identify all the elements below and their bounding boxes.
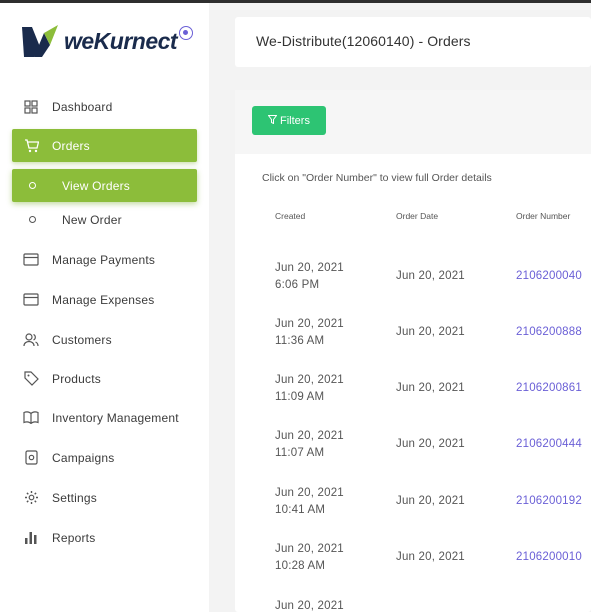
sidebar-item-campaigns[interactable]: Campaigns — [12, 441, 197, 474]
created-date: Jun 20, 2021 — [275, 318, 344, 330]
logo-mark-icon — [22, 25, 58, 57]
bar-chart-icon — [23, 530, 39, 546]
sidebar-item-settings[interactable]: Settings — [12, 481, 197, 514]
sidebar-item-label: Manage Expenses — [52, 292, 155, 307]
sidebar-item-label: Settings — [52, 490, 97, 505]
cell-created: Jun 20, 2021 6:06 PM — [275, 260, 344, 293]
order-number-link[interactable]: 2106200192 — [516, 493, 582, 510]
cell-order-date: Jun 20, 2021 — [396, 382, 465, 394]
cart-icon — [23, 138, 39, 154]
cell-created: Jun 20, 2021 10:28 AM — [275, 541, 344, 574]
sidebar-item-inventory-management[interactable]: Inventory Management — [12, 401, 197, 434]
sidebar-item-label: Manage Payments — [52, 252, 156, 267]
cell-created: Jun 20, 2021 — [275, 598, 344, 612]
filters-label: Filters — [280, 114, 310, 127]
sidebar-item-label: Reports — [52, 530, 96, 545]
cell-order-date: Jun 20, 2021 — [396, 438, 465, 450]
cell-order-date: Jun 20, 2021 — [396, 551, 465, 563]
orders-card: Filters Click on "Order Number" to view … — [235, 90, 591, 612]
cell-created: Jun 20, 2021 11:09 AM — [275, 372, 344, 405]
created-time: 6:06 PM — [275, 278, 320, 291]
sidebar-item-new-order[interactable]: New Order — [12, 203, 197, 236]
cell-created: Jun 20, 2021 11:36 AM — [275, 316, 344, 349]
card-icon — [23, 252, 39, 268]
card-icon — [23, 292, 39, 308]
order-hint-text: Click on "Order Number" to view full Ord… — [262, 172, 492, 184]
sidebar-item-label: Campaigns — [52, 450, 115, 465]
gear-icon — [23, 490, 39, 506]
sidebar-item-reports[interactable]: Reports — [12, 521, 197, 554]
sidebar-item-label: New Order — [62, 212, 122, 227]
circle-icon — [29, 182, 36, 189]
created-time: 11:36 AM — [275, 334, 325, 347]
sidebar-item-label: Inventory Management — [52, 410, 179, 425]
tag-icon — [23, 371, 39, 387]
order-number-link[interactable]: 2106200444 — [516, 436, 582, 453]
sidebar-item-products[interactable]: Products — [12, 362, 197, 395]
column-header-order-date[interactable]: Order Date — [396, 211, 438, 221]
card-toolbar: Filters — [235, 90, 591, 154]
column-header-created[interactable]: Created — [275, 211, 305, 221]
sidebar-item-orders[interactable]: Orders — [12, 129, 197, 162]
sidebar-item-label: View Orders — [62, 178, 131, 193]
sidebar-item-label: Orders — [52, 138, 90, 153]
created-date: Jun 20, 2021 — [275, 430, 344, 442]
sidebar: weKurnect Dashboard Orders View Orders N… — [0, 3, 209, 612]
order-number-link[interactable]: 2106200010 — [516, 549, 582, 566]
sidebar-item-view-orders[interactable]: View Orders — [12, 169, 197, 202]
filter-icon — [267, 114, 278, 127]
created-date: Jun 20, 2021 — [275, 262, 344, 274]
created-date: Jun 20, 2021 — [275, 543, 344, 555]
cell-created: Jun 20, 2021 11:07 AM — [275, 428, 344, 461]
sidebar-toggle-icon[interactable] — [179, 26, 193, 40]
grid-icon — [23, 99, 39, 115]
users-icon — [23, 332, 39, 348]
cell-order-date: Jun 20, 2021 — [396, 270, 465, 282]
cell-order-date: Jun 20, 2021 — [396, 326, 465, 338]
filters-button[interactable]: Filters — [252, 106, 326, 135]
created-time: 10:28 AM — [275, 559, 326, 572]
created-time: 11:09 AM — [275, 390, 325, 403]
sidebar-item-manage-payments[interactable]: Manage Payments — [12, 243, 197, 276]
created-date: Jun 20, 2021 — [275, 600, 344, 612]
cell-created: Jun 20, 2021 10:41 AM — [275, 485, 344, 518]
book-icon — [23, 410, 39, 426]
sidebar-item-label: Products — [52, 371, 101, 386]
order-number-link[interactable]: 2106200888 — [516, 324, 582, 341]
order-number-link[interactable]: 2106200861 — [516, 380, 582, 397]
page-header: We-Distribute(12060140) - Orders — [235, 17, 591, 67]
sidebar-item-customers[interactable]: Customers — [12, 323, 197, 356]
brand-logo[interactable]: weKurnect — [20, 21, 178, 61]
sidebar-item-label: Customers — [52, 332, 112, 347]
campaign-icon — [23, 450, 39, 466]
sidebar-item-label: Dashboard — [52, 99, 113, 114]
page-title: We-Distribute(12060140) - Orders — [256, 33, 471, 49]
brand-name: weKurnect — [64, 27, 178, 54]
cell-order-date: Jun 20, 2021 — [396, 495, 465, 507]
order-number-link[interactable]: 2106200040 — [516, 268, 582, 285]
circle-icon — [29, 216, 36, 223]
sidebar-item-manage-expenses[interactable]: Manage Expenses — [12, 283, 197, 316]
created-time: 10:41 AM — [275, 503, 326, 516]
column-header-order-number[interactable]: Order Number — [516, 211, 570, 221]
sidebar-item-dashboard[interactable]: Dashboard — [12, 90, 197, 123]
created-date: Jun 20, 2021 — [275, 374, 344, 386]
created-date: Jun 20, 2021 — [275, 487, 344, 499]
created-time: 11:07 AM — [275, 446, 325, 459]
